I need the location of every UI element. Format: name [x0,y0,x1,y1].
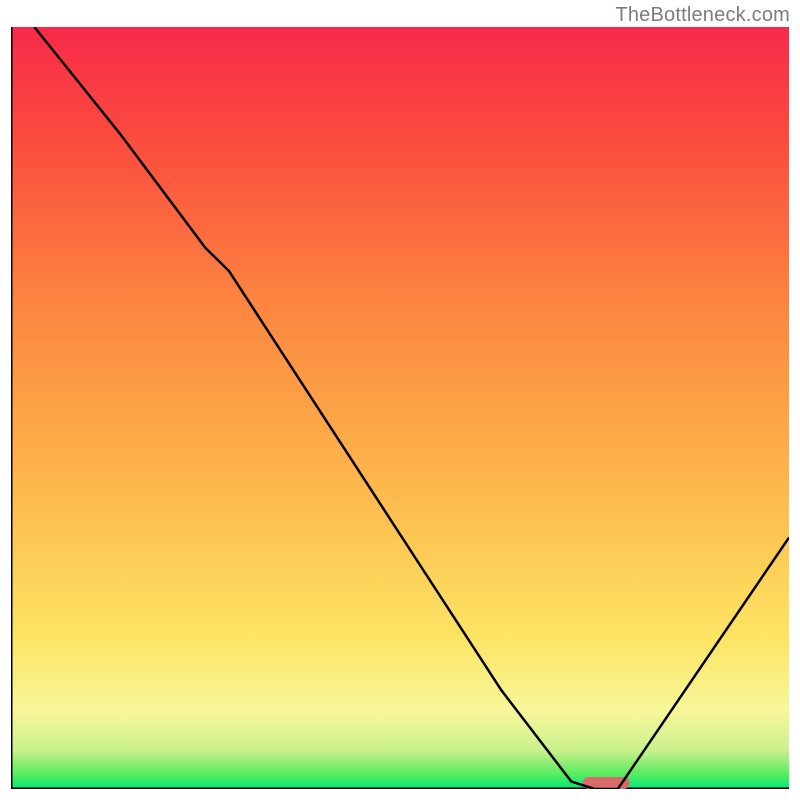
bottleneck-chart [11,27,789,789]
watermark-text: TheBottleneck.com [615,4,790,27]
chart-background [11,27,789,789]
chart-canvas [11,27,789,789]
